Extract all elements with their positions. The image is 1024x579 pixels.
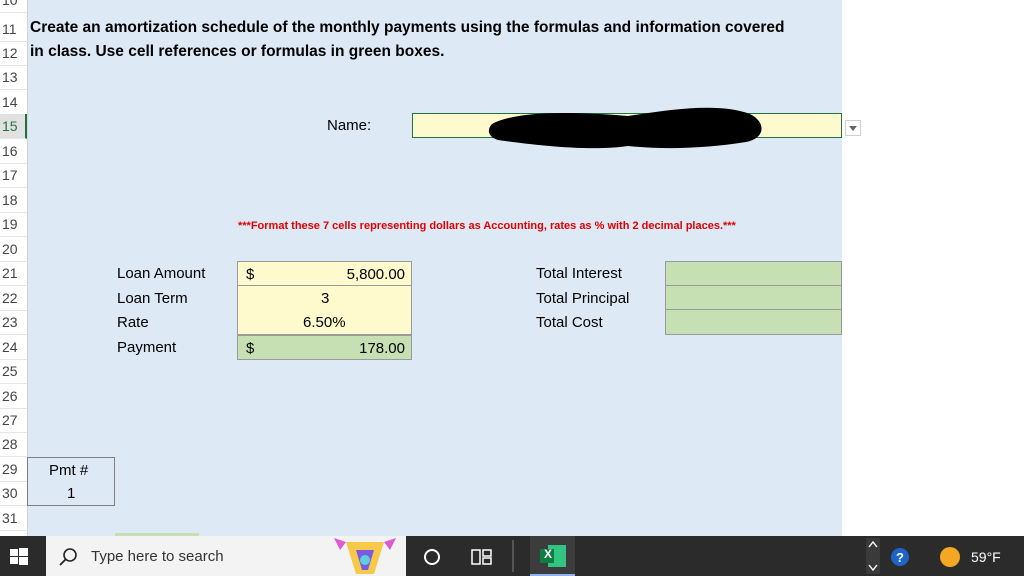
row-header[interactable]: 11 [0,17,27,42]
payment-label: Payment [117,339,177,356]
total-interest-cell[interactable] [665,261,842,286]
row-header[interactable]: 30 [0,481,27,506]
row-header[interactable]: 19 [0,212,27,237]
total-cost-label: Total Cost [536,314,603,331]
loan-term-cell[interactable]: 3 [237,286,412,311]
spreadsheet-grid[interactable]: 10 11 12 13 14 15 16 17 18 19 20 21 22 2… [0,0,1024,536]
pmt-number: 1 [67,485,76,502]
rate-cell[interactable]: 6.50% [237,310,412,335]
row-header[interactable]: 25 [0,359,27,384]
dropdown-arrow-icon[interactable] [845,120,861,136]
row-header-selected[interactable]: 15 [0,114,27,139]
row-header[interactable]: 18 [0,188,27,213]
loan-term-value: 3 [321,290,330,307]
row-header[interactable]: 17 [0,163,27,188]
row-header[interactable]: 13 [0,65,27,90]
row-header[interactable]: 26 [0,384,27,409]
redaction-mark [488,107,762,149]
loan-amount-cell[interactable]: $ 5,800.00 [237,261,412,286]
row-header[interactable]: 31 [0,506,27,531]
taskbar-scroll-arrows[interactable] [866,538,880,574]
payment-value: 178.00 [359,340,405,357]
instructions-line-2: in class. Use cell references or formula… [30,43,445,60]
pmt-header-cell[interactable]: Pmt # [27,457,115,482]
row-header[interactable]: 16 [0,139,27,164]
row-header[interactable]: 14 [0,90,27,115]
weather-sun-icon[interactable] [939,546,961,573]
total-interest-label: Total Interest [536,265,622,282]
row-header[interactable]: 10 [0,0,27,13]
row-header[interactable]: 21 [0,261,27,286]
excel-taskbar-button[interactable]: X [530,536,575,576]
row-header[interactable]: 22 [0,286,27,311]
rate-value: 6.50% [303,314,346,331]
windows-start-icon[interactable] [10,548,28,571]
payment-currency: $ [246,340,255,357]
search-highlight-illustration-icon [334,538,396,574]
instructions-line-1: Create an amortization schedule of the m… [30,19,785,36]
row-header[interactable]: 20 [0,237,27,262]
format-note: ***Format these 7 cells representing dol… [238,220,736,232]
row-header[interactable]: 12 [0,41,27,66]
row-header[interactable]: 29 [0,457,27,482]
loan-term-label: Loan Term [117,290,188,307]
task-view-icon[interactable] [471,547,493,572]
rate-label: Rate [117,314,149,331]
help-icon[interactable]: ? [889,546,911,573]
pmt-number-cell[interactable]: 1 [27,481,115,506]
excel-letter: X [544,547,553,561]
temperature-text[interactable]: 59°F [971,549,1001,565]
row-headers[interactable]: 10 11 12 13 14 15 16 17 18 19 20 21 22 2… [0,0,28,536]
total-cost-cell[interactable] [665,309,842,335]
row-header[interactable]: 28 [0,432,27,457]
loan-amount-label: Loan Amount [117,265,206,282]
row-header[interactable]: 27 [0,408,27,433]
taskbar-divider [512,540,514,572]
name-label: Name: [327,117,372,134]
row-header[interactable]: 23 [0,310,27,335]
taskbar-search-box[interactable]: Type here to search [46,536,406,576]
search-placeholder: Type here to search [91,548,224,565]
taskbar: Type here to search X ? 59°F [0,536,1024,576]
loan-amount-value: 5,800.00 [346,266,405,283]
svg-text:?: ? [896,550,904,565]
cortana-icon[interactable] [422,547,442,572]
loan-amount-currency: $ [246,266,255,283]
total-principal-cell[interactable] [665,285,842,310]
total-principal-label: Total Principal [536,290,630,307]
search-icon [59,548,77,566]
row-header[interactable]: 24 [0,335,27,360]
payment-cell[interactable]: $ 178.00 [237,335,412,360]
pmt-header: Pmt # [49,462,89,479]
